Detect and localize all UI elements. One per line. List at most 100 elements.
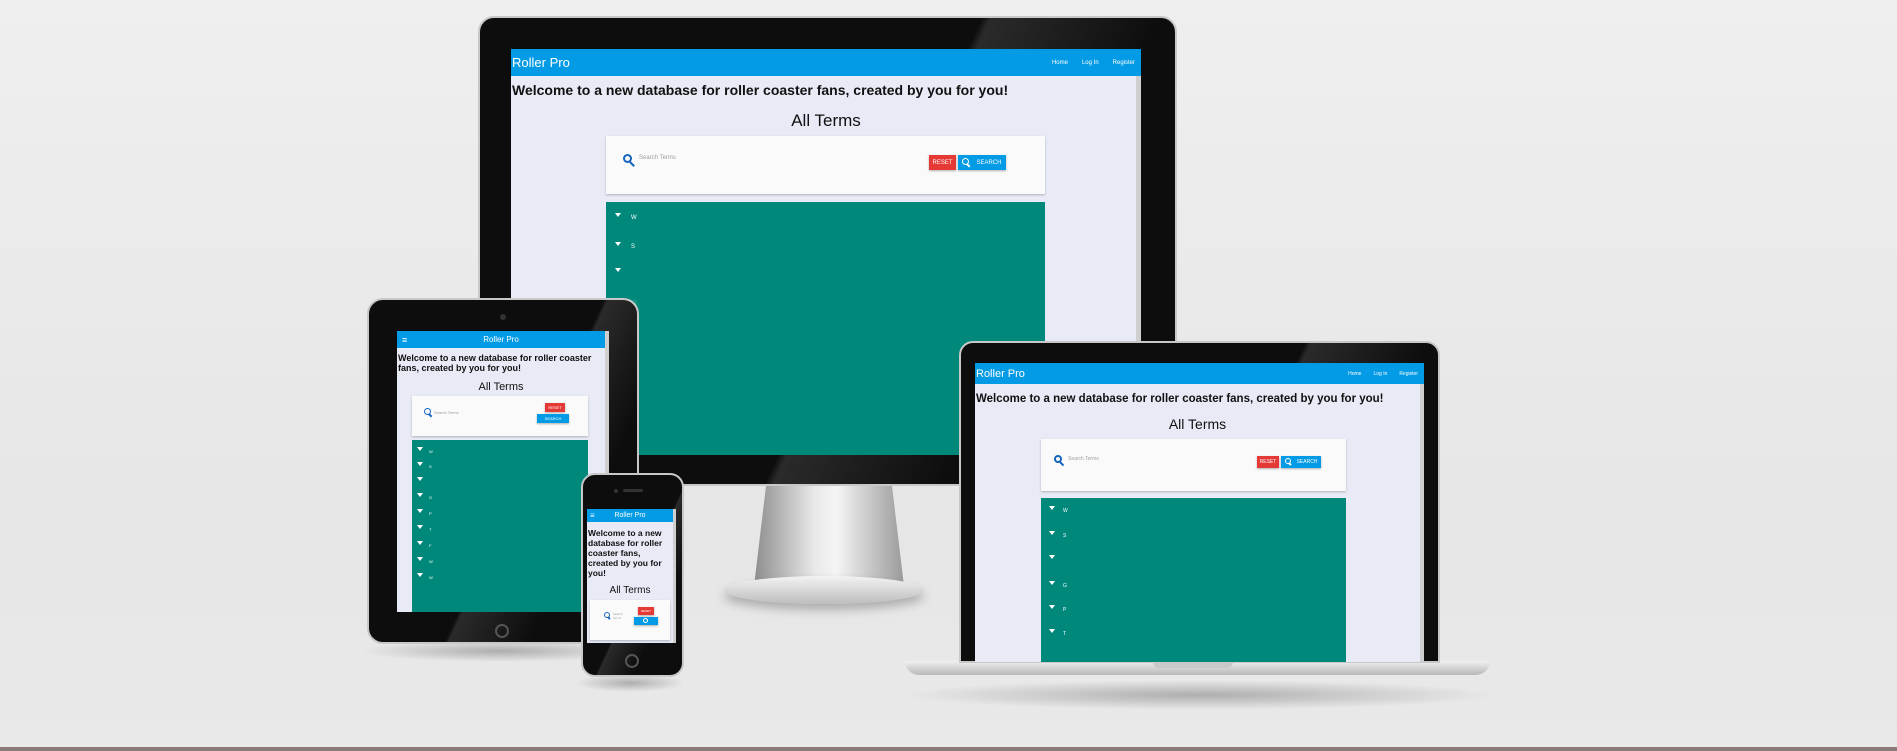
tablet-screen: ≡ Roller Pro Welcome to a new database f… (397, 331, 609, 612)
list-item[interactable]: W (1041, 503, 1068, 514)
list-item[interactable] (606, 264, 631, 276)
search-button-label: SEARCH (1296, 459, 1318, 465)
nav-register[interactable]: Register (1113, 60, 1135, 66)
terms-title: All Terms (791, 111, 861, 130)
search-icon (1284, 458, 1293, 466)
term-letter: T (1063, 630, 1067, 637)
caret-down-icon (417, 462, 423, 466)
reset-button[interactable]: RESET (545, 403, 565, 412)
welcome-heading: Welcome to a new database for roller coa… (588, 528, 663, 578)
reset-button[interactable]: RESET (1257, 456, 1279, 468)
laptop-screen: Roller Pro Home Log In Register Welcome … (975, 363, 1424, 662)
nav-login[interactable]: Log In (1373, 371, 1387, 377)
welcome-heading: Welcome to a new database for roller coa… (976, 393, 1384, 405)
list-item[interactable]: F (412, 538, 431, 548)
monitor-stand (754, 486, 904, 586)
caret-down-icon (1049, 581, 1055, 585)
search-card: Search Terms RESET SEARCH (1041, 439, 1346, 491)
nav-home[interactable]: Home (1348, 371, 1361, 377)
search-icon (643, 618, 649, 624)
search-input[interactable]: Search Terms (639, 155, 676, 161)
navbar: Roller Pro Home Log In Register (511, 49, 1141, 76)
list-item[interactable]: T (412, 522, 431, 532)
phone-home-button[interactable] (625, 654, 639, 668)
caret-down-icon (615, 242, 621, 246)
terms-title: All Terms (609, 585, 651, 596)
term-letter: S (631, 244, 636, 250)
navbar: ≡ Roller Pro (397, 331, 609, 348)
list-item[interactable]: P (412, 506, 432, 516)
search-icon (604, 612, 612, 620)
brand-logo[interactable]: Roller Pro (587, 512, 673, 519)
list-item[interactable]: G (412, 490, 432, 500)
caret-down-icon (417, 447, 423, 451)
term-letter: W (429, 449, 433, 454)
monitor-base (724, 576, 924, 604)
terms-list: W S G P T F W W (412, 440, 588, 612)
term-letter: W (429, 575, 433, 580)
term-letter: G (429, 495, 433, 500)
term-letter: W (1063, 507, 1068, 514)
search-input[interactable]: Search Terms (434, 410, 459, 415)
tablet-home-button[interactable] (495, 624, 509, 638)
caret-down-icon (417, 541, 423, 545)
search-button[interactable]: SEARCH (1281, 456, 1321, 468)
terms-title: All Terms (478, 381, 524, 393)
nav-home[interactable]: Home (1052, 60, 1068, 66)
search-card: Search Terms RESET (590, 600, 670, 640)
list-item[interactable] (1041, 552, 1063, 562)
caret-down-icon (417, 525, 423, 529)
brand-logo[interactable]: Roller Pro (397, 335, 605, 344)
reset-button[interactable]: RESET (929, 155, 956, 170)
caret-down-icon (1049, 555, 1055, 559)
search-button[interactable]: SEARCH (958, 155, 1006, 170)
search-button[interactable]: SEARCH (537, 414, 569, 423)
phone: ≡ Roller Pro Welcome to a new database f… (581, 473, 684, 677)
search-card: Search Terms RESET SEARCH (606, 136, 1045, 194)
list-item[interactable]: T (1041, 626, 1067, 637)
caret-down-icon (417, 509, 423, 513)
nav-register[interactable]: Register (1399, 371, 1418, 377)
list-item[interactable] (412, 474, 429, 484)
term-letter: P (429, 511, 432, 516)
navbar: Roller Pro Home Log In Register (975, 363, 1424, 384)
term-letter: G (1063, 582, 1067, 589)
caret-down-icon (417, 493, 423, 497)
caret-down-icon (1049, 531, 1055, 535)
search-icon (424, 408, 433, 418)
laptop: Roller Pro Home Log In Register Welcome … (905, 341, 1490, 681)
list-item[interactable]: G (1041, 578, 1067, 589)
term-letter: S (429, 464, 432, 469)
list-item[interactable]: P (1041, 602, 1067, 613)
search-button-label: SEARCH (976, 159, 1002, 166)
list-item[interactable]: S (412, 459, 432, 469)
search-icon (962, 158, 971, 168)
search-card: Search Terms RESET SEARCH (412, 396, 588, 436)
list-item[interactable]: W (412, 570, 433, 580)
term-letter: F (429, 543, 432, 548)
list-item[interactable]: W (412, 444, 433, 454)
brand-logo[interactable]: Roller Pro (976, 368, 1025, 380)
term-letter: T (429, 527, 432, 532)
caret-down-icon (1049, 605, 1055, 609)
reset-button[interactable]: RESET (638, 607, 654, 615)
search-input[interactable]: Search Terms (1068, 456, 1099, 462)
caret-down-icon (417, 573, 423, 577)
search-icon (1054, 455, 1065, 467)
list-item[interactable]: W (606, 209, 637, 221)
phone-screen: ≡ Roller Pro Welcome to a new database f… (587, 509, 676, 643)
caret-down-icon (417, 477, 423, 481)
caret-down-icon (615, 268, 621, 272)
welcome-heading: Welcome to a new database for roller coa… (512, 82, 1009, 98)
nav-login[interactable]: Log In (1082, 60, 1099, 66)
list-item[interactable]: S (606, 238, 635, 250)
search-icon (623, 154, 635, 167)
caret-down-icon (1049, 629, 1055, 633)
list-item[interactable]: W (412, 554, 433, 564)
search-input[interactable]: Search Terms (613, 612, 627, 620)
term-letter: P (1063, 606, 1067, 613)
terms-list: W S G P T (1041, 498, 1346, 662)
list-item[interactable]: S (1041, 528, 1066, 539)
brand-logo[interactable]: Roller Pro (512, 55, 570, 70)
search-button[interactable] (634, 617, 658, 625)
